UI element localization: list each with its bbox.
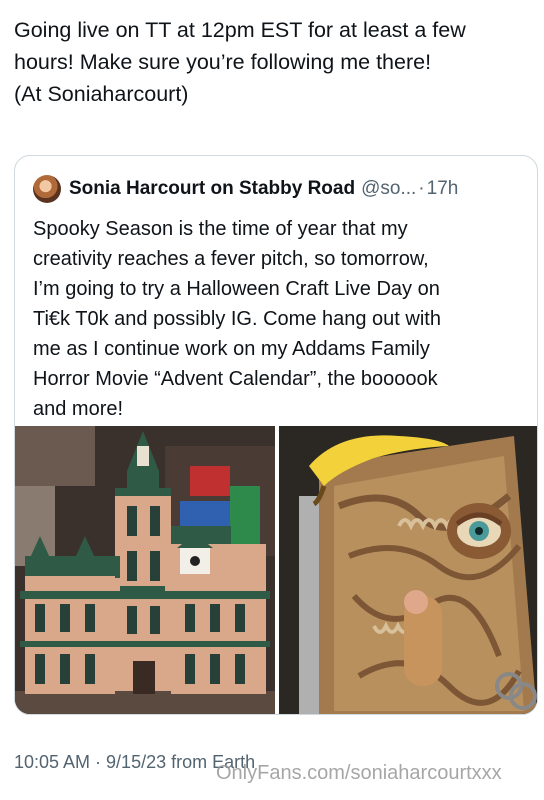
quoted-author-handle[interactable]: @so... [361, 178, 416, 200]
monster-book-illustration [279, 426, 537, 714]
quoted-author-name[interactable]: Sonia Harcourt on Stabby Road [69, 178, 355, 200]
tweet-text: Going live on TT at 12pm EST for at leas… [14, 14, 534, 110]
tweet-text-line: (At Soniaharcourt) [14, 82, 189, 106]
quoted-tweet-card[interactable]: Sonia Harcourt on Stabby Road @so... · 1… [14, 155, 538, 715]
quoted-text-line: and more! [33, 398, 124, 420]
tweet-text-line: hours! Make sure you’re following me the… [14, 50, 432, 74]
quoted-text-line: me as I continue work on my Addams Famil… [33, 338, 430, 360]
quoted-text-line: I’m going to try a Halloween Craft Live … [33, 278, 440, 300]
quoted-text-line: Horror Movie “Advent Calendar”, the booo… [33, 368, 438, 390]
quoted-tweet-text: Spooky Season is the time of year that m… [33, 214, 523, 424]
photo-monster-book[interactable] [279, 426, 537, 714]
quoted-tweet-time[interactable]: 17h [427, 178, 459, 200]
quoted-text-line: Spooky Season is the time of year that m… [33, 218, 408, 240]
avatar[interactable] [33, 175, 61, 203]
quoted-tweet-header: Sonia Harcourt on Stabby Road @so... · 1… [33, 174, 533, 204]
watermark-text: OnlyFans.com/soniaharcourtxxx [216, 762, 502, 784]
photo-dollhouse[interactable] [15, 426, 275, 714]
quoted-text-line: Ti€k T0k and possibly IG. Come hang out … [33, 308, 441, 330]
tweet-text-line: Going live on TT at 12pm EST for at leas… [14, 18, 466, 42]
dollhouse-illustration [15, 426, 275, 714]
separator-dot: · [418, 178, 425, 199]
quoted-text-line: creativity reaches a fever pitch, so tom… [33, 248, 429, 270]
